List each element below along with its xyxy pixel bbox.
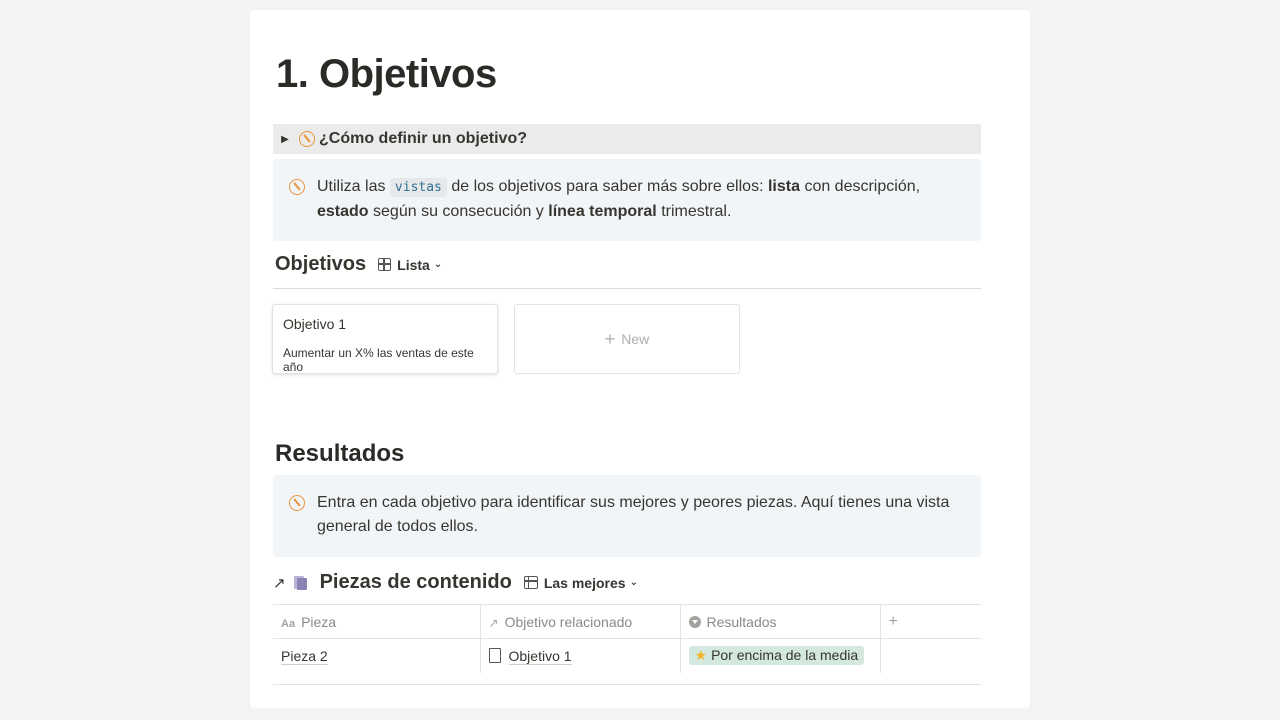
column-label: Resultados <box>706 613 777 630</box>
callout-text-part: Utiliza las <box>317 178 386 195</box>
toggle-label: ¿Cómo definir un objetivo? <box>319 130 527 147</box>
callout-vistas: Utiliza las vistas de los objetivos para… <box>273 159 981 241</box>
select-type-icon <box>688 615 701 628</box>
column-header-objetivo[interactable]: ↗ Objetivo relacionado <box>480 604 681 639</box>
arrow-up-right-icon: ↗ <box>273 574 286 592</box>
objetivos-db-title[interactable]: Objetivos <box>275 253 366 276</box>
cell-resultados[interactable]: ★ Por encima de la media <box>680 638 881 673</box>
tag-label: Por encima de la media <box>711 647 859 664</box>
relation-link[interactable]: Objetivo 1 <box>508 647 572 665</box>
toggle-block[interactable]: ▶ ¿Cómo definir un objetivo? <box>273 124 981 154</box>
callout-bold: lista <box>767 178 800 195</box>
card-name: Objetivo 1 <box>283 316 347 332</box>
new-card-button[interactable]: + New <box>514 304 740 374</box>
status-badge: ★ Por encima de la media <box>688 646 865 666</box>
file-icon <box>488 647 501 663</box>
page-title: 1. Objetivos <box>276 52 497 96</box>
arrow-up-right-icon: ↗ <box>488 615 499 630</box>
table-row[interactable]: Pieza 2 Objetivo 1 ★ Por encima de la med… <box>273 638 981 673</box>
piezas-db-title[interactable]: Piezas de contenido <box>320 571 512 594</box>
inline-code: vistas <box>389 178 447 197</box>
compass-icon <box>289 495 305 511</box>
chevron-down-icon: ⌄ <box>433 259 443 270</box>
column-header-pieza[interactable]: Aa Pieza <box>273 604 481 639</box>
cell-objetivo[interactable]: Objetivo 1 <box>480 638 681 673</box>
view-switcher-lista[interactable]: Lista ⌄ <box>378 257 442 273</box>
objetivos-db-header: Objetivos Lista ⌄ <box>273 253 981 276</box>
callout-text-part: con descripción, <box>804 178 921 195</box>
notion-page: 1. Objetivos ▶ ¿Cómo definir un objetivo… <box>250 10 1030 708</box>
table-header-row: Aa Pieza ↗ Objetivo relacionado Resultados… <box>273 604 981 639</box>
title-type-icon: Aa <box>281 617 296 630</box>
cell-empty[interactable] <box>880 638 981 673</box>
view-label: Las mejores <box>543 574 626 591</box>
callout-resultados: Entra en cada objetivo para identificar … <box>273 475 981 557</box>
column-header-resultados[interactable]: Resultados <box>680 604 881 639</box>
plus-icon: + <box>604 328 616 349</box>
compass-icon <box>289 179 305 195</box>
row-title[interactable]: Pieza 2 <box>281 647 328 665</box>
column-label: Objetivo relacionado <box>504 613 633 630</box>
plus-icon: + <box>888 612 898 630</box>
star-icon: ★ <box>694 647 708 664</box>
callout-text: Entra en cada objetivo para identificar … <box>317 494 950 535</box>
grid-icon <box>378 258 392 271</box>
callout-bold: línea temporal <box>548 203 657 220</box>
column-label: Pieza <box>301 613 337 630</box>
divider <box>273 288 981 289</box>
triangle-right-icon[interactable]: ▶ <box>273 134 297 145</box>
view-label: Lista <box>397 256 430 273</box>
view-switcher-las-mejores[interactable]: Las mejores ⌄ <box>523 574 638 591</box>
table-icon <box>523 576 538 589</box>
table-bottom-border <box>273 684 981 685</box>
callout-text-part: de los objetivos para saber más sobre el… <box>451 178 764 195</box>
document-emoji-icon <box>292 575 308 591</box>
objetivo-card[interactable]: Objetivo 1 Aumentar un X% las ventas de … <box>272 304 498 374</box>
compass-icon <box>299 131 315 147</box>
callout-text-part: según su consecución y <box>373 203 544 220</box>
piezas-table: Aa Pieza ↗ Objetivo relacionado Resultados… <box>273 604 981 673</box>
callout-bold: estado <box>317 203 369 220</box>
callout-text: Utiliza las vistas de los objetivos para… <box>317 175 965 225</box>
resultados-heading: Resultados <box>275 440 405 467</box>
cell-pieza[interactable]: Pieza 2 <box>273 638 481 673</box>
callout-text-part: trimestral. <box>661 203 732 220</box>
chevron-down-icon: ⌄ <box>629 577 638 588</box>
piezas-db-header: ↗ Piezas de contenido Las mejores ⌄ <box>273 571 981 594</box>
card-description: Aumentar un X% las ventas de este año <box>283 346 474 374</box>
new-label: New <box>621 331 650 347</box>
add-column-button[interactable]: + <box>880 604 981 639</box>
